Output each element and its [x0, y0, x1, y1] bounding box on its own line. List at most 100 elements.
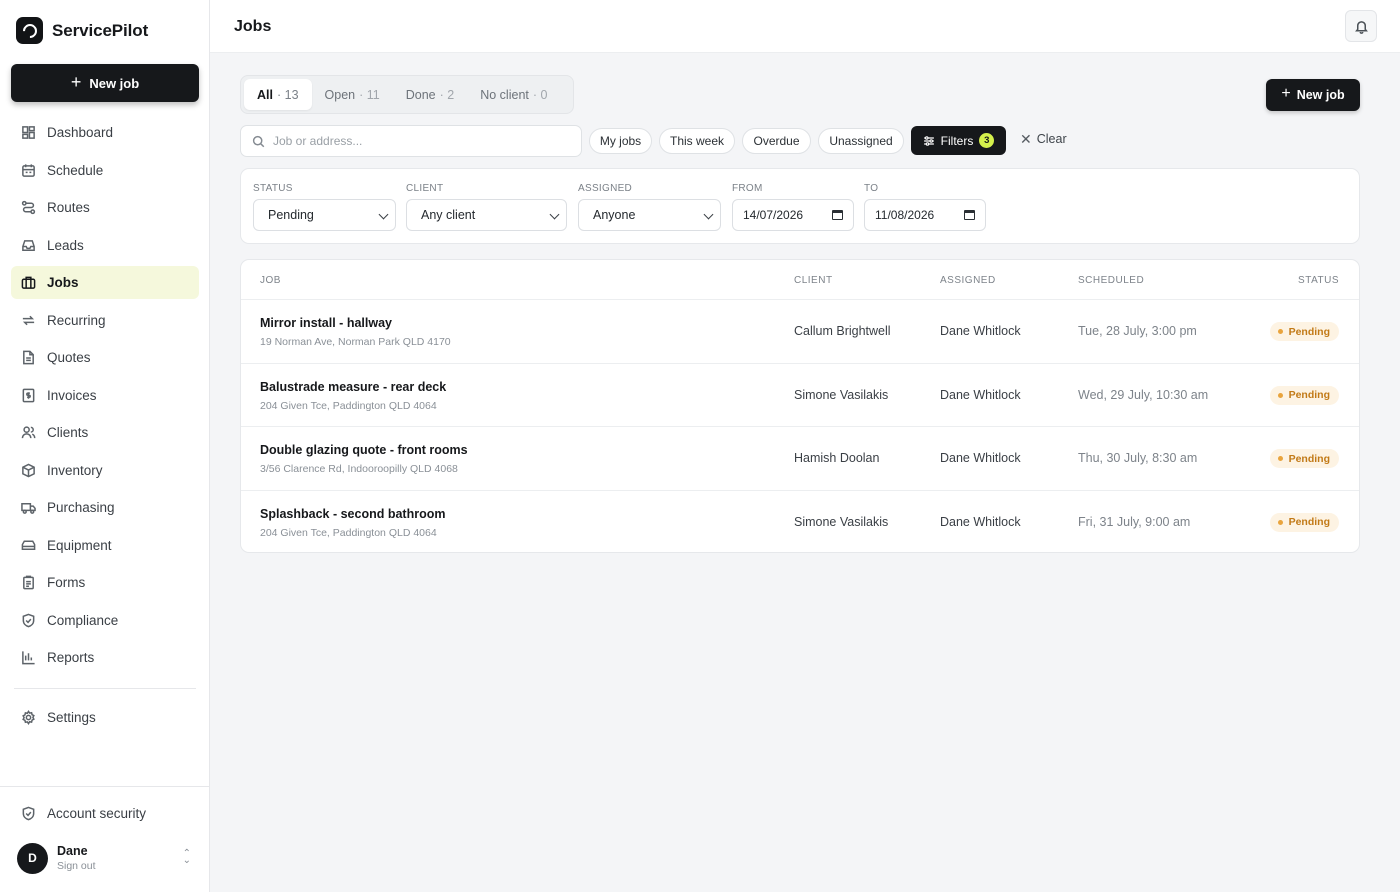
chevron-down-icon — [549, 209, 560, 220]
tab-all[interactable]: All · 13 — [244, 79, 312, 110]
clear-filters-button[interactable]: ✕ Clear — [1020, 132, 1067, 146]
job-address: 204 Given Tce, Paddington QLD 4064 — [260, 526, 437, 539]
to-date-filter: To 11/08/2026 — [864, 183, 986, 231]
sidebar-item-label: Clients — [47, 425, 89, 440]
chip-overdue[interactable]: Overdue — [742, 128, 811, 154]
sidebar-item-purchasing[interactable]: Purchasing — [11, 491, 199, 524]
tab-done[interactable]: Done · 2 — [393, 79, 467, 110]
sidebar-settings-section: Settings — [11, 701, 199, 739]
sidebar-new-job-label: New job — [89, 75, 140, 91]
sidebar-nav: Dashboard Schedule Routes Leads Jobs Rec… — [11, 116, 199, 679]
sidebar: ServicePilot + New job Dashboard Schedul… — [0, 0, 210, 892]
filter-panel: Status Pending Client Any client Assigne… — [240, 168, 1360, 244]
search-input[interactable] — [273, 134, 563, 148]
table-row[interactable]: Double glazing quote - front rooms 3/56 … — [241, 427, 1359, 491]
table-row[interactable]: Mirror install - hallway 19 Norman Ave, … — [241, 300, 1359, 364]
job-scheduled: Fri, 31 July, 9:00 am — [1078, 514, 1191, 529]
sidebar-item-label: Invoices — [47, 387, 97, 403]
sidebar-item-schedule[interactable]: Schedule — [11, 154, 199, 187]
sidebar-item-equipment[interactable]: Equipment — [11, 529, 199, 562]
client-select[interactable]: Any client — [406, 199, 567, 231]
tab-open[interactable]: Open · 11 — [312, 79, 393, 110]
new-job-button[interactable]: + New job — [1266, 79, 1360, 111]
column-header-client[interactable]: Client — [794, 275, 833, 286]
routes-icon — [21, 200, 36, 215]
sidebar-divider — [14, 688, 196, 689]
sidebar-item-jobs[interactable]: Jobs — [11, 266, 199, 299]
jobs-table: Job Client Assigned Scheduled Status Mir… — [240, 259, 1360, 553]
sidebar-item-label: Reports — [47, 650, 95, 665]
job-title: Mirror install - hallway — [260, 316, 392, 330]
job-assigned: Dane Whitlock — [940, 387, 1021, 402]
job-scheduled: Wed, 29 July, 10:30 am — [1078, 387, 1209, 402]
column-header-job[interactable]: Job — [260, 275, 281, 286]
to-date-input[interactable]: 11/08/2026 — [864, 199, 986, 231]
sidebar-item-settings[interactable]: Settings — [11, 701, 199, 734]
client-select-value: Any client — [421, 208, 476, 222]
sidebar-item-label: Schedule — [47, 162, 104, 178]
chip-my-jobs[interactable]: My jobs — [589, 128, 652, 154]
sidebar-item-inventory[interactable]: Inventory — [11, 454, 199, 487]
status-badge-label: Pending — [1288, 389, 1330, 401]
to-date-value: 11/08/2026 — [875, 208, 935, 222]
plus-icon: + — [70, 71, 82, 92]
box-icon — [21, 463, 36, 478]
tab-count: · 11 — [359, 87, 380, 102]
sidebar-bottom-divider — [0, 786, 209, 787]
sidebar-item-quotes[interactable]: Quotes — [11, 341, 199, 374]
job-address: 3/56 Clarence Rd, Indooroopilly QLD 4068 — [260, 463, 458, 475]
sidebar-item-compliance[interactable]: Compliance — [11, 604, 199, 637]
document-icon — [21, 350, 36, 365]
tab-no-client[interactable]: No client · 0 — [467, 79, 560, 110]
job-scheduled: Tue, 28 July, 3:00 pm — [1078, 324, 1197, 338]
table-row[interactable]: Balustrade measure - rear deck 204 Given… — [241, 364, 1359, 427]
column-header-assigned[interactable]: Assigned — [940, 275, 996, 286]
client-filter-label: Client — [406, 183, 444, 194]
clipboard-icon — [21, 575, 36, 590]
status-badge: Pending — [1269, 512, 1339, 532]
avatar: D — [17, 842, 48, 874]
status-dot-icon — [1277, 329, 1283, 334]
assigned-filter-label: Assigned — [578, 183, 633, 194]
tab-label: All — [257, 87, 273, 102]
sidebar-item-reports[interactable]: Reports — [11, 641, 199, 674]
sidebar-new-job-button[interactable]: + New job — [11, 64, 199, 102]
assigned-select[interactable]: Anyone — [578, 199, 721, 231]
table-row[interactable]: Splashback - second bathroom 204 Given T… — [241, 491, 1359, 553]
sidebar-item-label: Settings — [47, 710, 96, 725]
shield-check-icon — [21, 613, 36, 628]
equipment-icon — [21, 538, 36, 553]
user-text: Dane Sign out — [57, 844, 96, 872]
chip-unassigned[interactable]: Unassigned — [818, 128, 904, 154]
sidebar-item-leads[interactable]: Leads — [11, 229, 199, 262]
sidebar-item-clients[interactable]: Clients — [11, 416, 199, 449]
sidebar-item-recurring[interactable]: Recurring — [11, 304, 199, 337]
brand[interactable]: ServicePilot — [16, 17, 148, 44]
sign-out-link[interactable]: Sign out — [57, 860, 96, 872]
filters-label: Filters — [940, 133, 974, 148]
invoice-icon — [21, 388, 36, 403]
from-date-filter: From 14/07/2026 — [732, 183, 854, 231]
sidebar-item-invoices[interactable]: Invoices — [11, 379, 199, 412]
status-badge-label: Pending — [1288, 325, 1330, 338]
search-box — [240, 125, 582, 157]
logo-icon — [16, 17, 43, 44]
sidebar-item-routes[interactable]: Routes — [11, 191, 199, 224]
from-date-input[interactable]: 14/07/2026 — [732, 199, 854, 231]
status-badge: Pending — [1269, 385, 1339, 405]
column-header-status[interactable]: Status — [1298, 275, 1339, 286]
filters-button[interactable]: Filters 3 — [911, 126, 1006, 155]
chip-this-week[interactable]: This week — [659, 128, 735, 154]
new-job-label: New job — [1296, 88, 1345, 102]
sidebar-item-dashboard[interactable]: Dashboard — [11, 116, 199, 149]
job-client: Callum Brightwell — [794, 324, 891, 338]
job-assigned: Dane Whitlock — [940, 514, 1021, 529]
sidebar-item-account-security[interactable]: Account security — [11, 797, 199, 830]
status-select[interactable]: Pending — [253, 199, 396, 231]
notifications-button[interactable] — [1345, 10, 1377, 42]
column-header-scheduled[interactable]: Scheduled — [1078, 275, 1144, 286]
job-scheduled: Thu, 30 July, 8:30 am — [1078, 451, 1198, 465]
status-select-value: Pending — [268, 208, 314, 222]
user-menu[interactable]: D Dane Sign out ⌃ ⌄ — [17, 842, 197, 874]
sidebar-item-forms[interactable]: Forms — [11, 566, 199, 599]
